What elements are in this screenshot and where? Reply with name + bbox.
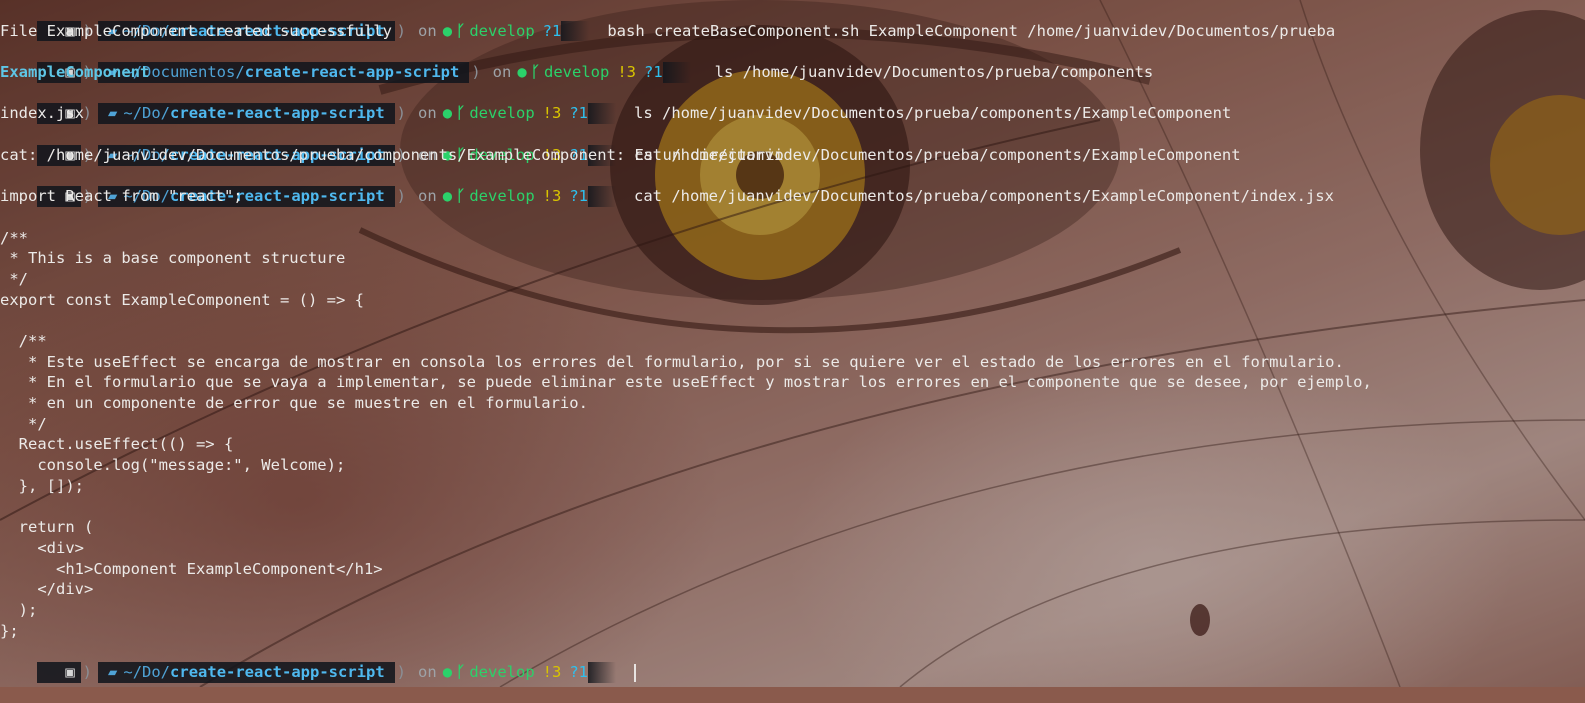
- code-line: * Este useEffect se encarga de mostrar e…: [0, 352, 1344, 371]
- file-output: import React from "react"; /** * This is…: [0, 186, 1585, 641]
- code-line: }, []);: [0, 476, 84, 495]
- code-line: export const ExampleComponent = () => {: [0, 290, 364, 309]
- code-line: console.log("message:", Welcome);: [0, 456, 346, 475]
- code-line: */: [0, 414, 47, 433]
- prompt-line: ▣) ▰ ~/Do/create-react-app-script) on ● ᚴ deve…: [0, 166, 1585, 207]
- output-line: index.jsx: [0, 104, 84, 123]
- prompt-line[interactable]: ▣) ▰ ~/Do/create-react-app-script) on ● ᚴ deve…: [0, 641, 1585, 683]
- terminal-window[interactable]: ▣) ▰ ~/Do/create-react-app-script) on ● ᚴ deve…: [0, 0, 1585, 683]
- code-line: </div>: [0, 580, 94, 599]
- code-line: /**: [0, 228, 28, 247]
- output-line: ExampleComponent: [0, 63, 150, 82]
- folder-icon: ▰: [108, 663, 118, 682]
- code-line: * en un componente de error que se muest…: [0, 394, 588, 413]
- prompt-line: ▣) ▰ ~/Documentos/create-react-app-script)…: [0, 41, 1585, 83]
- code-line: return (: [0, 518, 94, 537]
- git-branch: develop: [469, 663, 535, 682]
- code-line: };: [0, 621, 19, 640]
- prompt-line: ▣) ▰ ~/Do/create-react-app-script) on ● ᚴ deve…: [0, 124, 1585, 166]
- os-logo-icon: ▣: [37, 662, 81, 683]
- output-line: File ExampleComponent created successful…: [0, 21, 392, 40]
- code-line: <h1>Component ExampleComponent</h1>: [0, 559, 383, 578]
- text-cursor: [634, 663, 637, 682]
- git-status: !3: [542, 663, 562, 682]
- prompt-line: ▣) ▰ ~/Do/create-react-app-script) on ● ᚴ deve…: [0, 83, 1585, 125]
- code-line: <div>: [0, 538, 84, 557]
- prompt-line: ▣) ▰ ~/Do/create-react-app-script) on ● ᚴ deve…: [0, 0, 1585, 42]
- output-line: cat: /home/juanvidev/Documentos/prueba/c…: [0, 145, 784, 164]
- code-line: * This is a base component structure: [0, 249, 346, 268]
- code-line: */: [0, 269, 28, 288]
- code-line: /**: [0, 332, 47, 350]
- code-line: );: [0, 600, 38, 619]
- git-branch-icon: ᚴ: [456, 663, 466, 682]
- code-line: * En el formulario que se vaya a impleme…: [0, 373, 1372, 392]
- shell-prompt: ▣) ▰ ~/Do/create-react-app-script) on ● ᚴ deve…: [37, 662, 617, 683]
- git-untracked: ?1: [569, 663, 589, 682]
- github-icon: ●: [442, 663, 453, 682]
- path-segment: ▰ ~/Do/create-react-app-script: [98, 662, 395, 683]
- code-line: import React from "react";: [0, 187, 243, 206]
- code-line: React.useEffect(() => {: [0, 435, 234, 454]
